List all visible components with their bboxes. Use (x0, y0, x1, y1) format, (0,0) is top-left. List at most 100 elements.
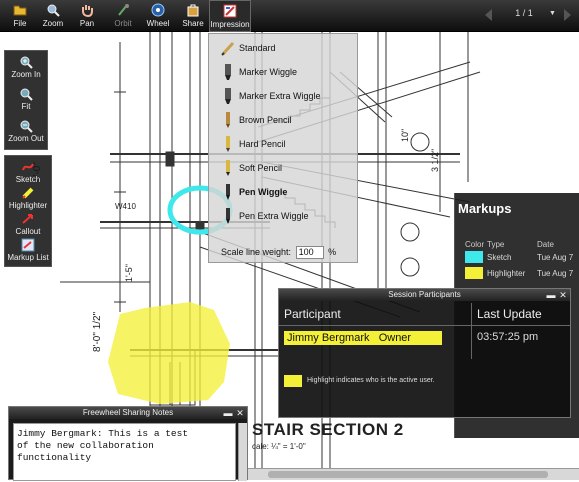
menu-item-pen-wiggle[interactable]: Pen Wiggle (209, 180, 357, 204)
file-button[interactable]: File (4, 0, 36, 32)
header-divider (279, 325, 570, 326)
markup-date: Tue Aug 7 (537, 269, 574, 278)
markup-list-icon (21, 238, 35, 252)
markup-list-button[interactable]: Markup List (5, 238, 51, 262)
notes-title: Freewheel Sharing Notes (82, 408, 174, 417)
file-label: File (13, 19, 27, 28)
wheel-button[interactable]: Wheel (142, 0, 174, 32)
zoom-out-label: Zoom Out (8, 134, 44, 143)
menu-item-marker-extra-wiggle[interactable]: Marker Extra Wiggle (209, 84, 357, 108)
close-icon[interactable]: ✕ (558, 290, 568, 300)
scrollbar-thumb[interactable] (268, 471, 548, 478)
marker-icon (225, 64, 231, 80)
menu-item-soft-pencil[interactable]: Soft Pencil (209, 156, 357, 180)
highlighter-markup[interactable] (108, 302, 230, 404)
section-title: STAIR SECTION 2 (252, 420, 404, 439)
menu-item-standard[interactable]: Standard (209, 36, 357, 60)
minimize-icon[interactable]: ▬ (223, 408, 233, 418)
menu-item-label: Hard Pencil (239, 139, 286, 149)
impression-button[interactable]: Impression (209, 0, 251, 32)
col-header-type: Type (487, 240, 505, 249)
pencil-icon (226, 136, 230, 152)
participant-role: Owner (378, 332, 412, 344)
horizontal-scrollbar[interactable] (248, 468, 579, 480)
markup-date: Tue Aug 7 (537, 253, 574, 262)
menu-item-hard-pencil[interactable]: Hard Pencil (209, 132, 357, 156)
markup-row[interactable]: Highlighter Tue Aug 7 (465, 267, 579, 281)
zoom-out-icon (20, 120, 33, 133)
impression-menu: Standard Marker Wiggle Marker Extra Wigg… (208, 33, 358, 263)
menu-item-label: Marker Extra Wiggle (239, 91, 321, 101)
notes-scrollbar[interactable] (238, 423, 247, 481)
page-dropdown-icon[interactable]: ▼ (549, 10, 556, 17)
col-header-last-update: Last Update (477, 307, 542, 321)
markup-list-label: Markup List (7, 253, 49, 262)
callout-icon (22, 214, 33, 224)
svg-text:8'-0" 1/2": 8'-0" 1/2" (92, 311, 103, 352)
col-header-color: Color (465, 240, 485, 249)
col-header-date: Date (537, 240, 554, 249)
scale-line-weight: Scale line weight: 100 % (221, 246, 336, 259)
pen-icon (226, 184, 230, 200)
callout-tool-button[interactable]: Callout (5, 212, 51, 236)
participant-row[interactable]: Jimmy Bergmark Owner (284, 331, 442, 345)
share-button[interactable]: Share (178, 0, 208, 32)
sharing-notes-window: Freewheel Sharing Notes ▬ ✕ Jimmy Bergma… (8, 406, 248, 481)
main-toolbar: File Zoom Pan Orbit Wheel Share Impressi… (0, 0, 579, 32)
menu-item-pen-extra-wiggle[interactable]: Pen Extra Wiggle (209, 204, 357, 228)
color-swatch (465, 251, 483, 263)
menu-item-brown-pencil[interactable]: Brown Pencil (209, 108, 357, 132)
orbit-button[interactable]: Orbit (108, 0, 138, 32)
menu-item-label: Marker Wiggle (239, 67, 298, 77)
markup-type: Highlighter (487, 269, 526, 278)
notes-titlebar[interactable]: Freewheel Sharing Notes (9, 407, 247, 419)
scale-input[interactable]: 100 (295, 246, 324, 259)
zoom-fit-icon (20, 88, 33, 101)
svg-text:3 1/2": 3 1/2" (430, 149, 440, 172)
fit-button[interactable]: Fit (5, 87, 47, 111)
pencil-icon (226, 160, 230, 176)
steering-wheel-icon (151, 3, 165, 17)
share-icon (187, 4, 199, 17)
pan-button[interactable]: Pan (72, 0, 102, 32)
prev-page-icon[interactable] (481, 7, 497, 23)
view-palette: Zoom In Fit Zoom Out (4, 50, 48, 150)
color-swatch (465, 267, 483, 279)
scale-label: Scale line weight: (221, 247, 292, 257)
pan-label: Pan (79, 19, 95, 28)
close-icon[interactable]: ✕ (235, 408, 245, 418)
menu-item-label: Standard (239, 43, 276, 53)
notes-textarea[interactable]: Jimmy Bergmark: This is a test of the ne… (13, 423, 236, 481)
wheel-label: Wheel (146, 19, 170, 28)
markup-type: Sketch (487, 253, 512, 262)
menu-item-label: Soft Pencil (239, 163, 283, 173)
participant-name: Jimmy Bergmark (287, 332, 370, 344)
menu-item-label: Pen Extra Wiggle (239, 211, 309, 221)
highlighter-tool-button[interactable]: Highlighter (5, 186, 51, 210)
minimize-icon[interactable]: ▬ (546, 290, 556, 300)
zoom-label: Zoom (42, 19, 64, 28)
col-header-participant: Participant (284, 307, 341, 321)
zoom-button[interactable]: Zoom (38, 0, 68, 32)
scale-note: cale: ¼" = 1'-0" (252, 442, 306, 451)
menu-item-label: Brown Pencil (239, 115, 292, 125)
column-divider (471, 303, 472, 359)
sketch-tool-button[interactable]: Sketch (5, 160, 51, 184)
highlighter-label: Highlighter (8, 201, 48, 210)
session-titlebar[interactable]: Session Participants (279, 289, 570, 301)
orbit-icon (118, 4, 129, 16)
menu-item-marker-wiggle[interactable]: Marker Wiggle (209, 60, 357, 84)
highlighter-icon (22, 187, 34, 199)
markup-row[interactable]: Sketch Tue Aug 7 (465, 251, 579, 265)
impression-icon (223, 4, 237, 18)
participant-last-update: 03:57:25 pm (477, 331, 539, 343)
page-count: 1 / 1 (515, 8, 533, 18)
markup-palette: Sketch Highlighter Callout Markup List (4, 155, 52, 267)
next-page-icon[interactable] (559, 7, 575, 23)
menu-item-label: Pen Wiggle (239, 187, 288, 197)
zoom-in-button[interactable]: Zoom In (5, 55, 47, 79)
magnifier-icon (47, 4, 60, 17)
zoom-out-button[interactable]: Zoom Out (5, 119, 47, 143)
hand-icon (82, 5, 93, 17)
pen-icon (226, 208, 230, 224)
